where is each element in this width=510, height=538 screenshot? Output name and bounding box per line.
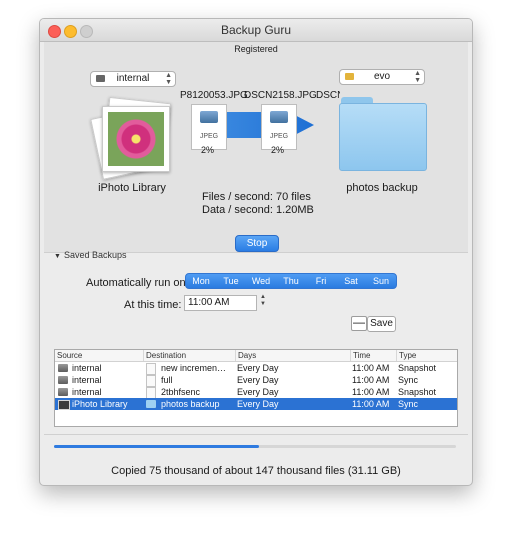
day-mon[interactable]: Mon <box>186 274 216 288</box>
table-row-selected[interactable]: iPhoto Library photos backup Every Day 1… <box>55 398 457 410</box>
row-type: Snapshot <box>398 387 437 397</box>
popup-arrows-icon: ▲ ▼ <box>414 70 421 84</box>
registration-status: Registered <box>234 44 278 54</box>
source-drive-popup[interactable]: internal ▲ ▼ <box>90 71 176 87</box>
row-time: 11:00 AM <box>352 387 390 397</box>
time-stepper[interactable]: ▲ ▼ <box>259 294 267 310</box>
saved-backups-label: Saved Backups <box>63 250 127 260</box>
auto-run-label: Automatically run on: <box>86 277 189 289</box>
column-source[interactable]: Source <box>55 350 82 361</box>
stop-button[interactable]: Stop <box>235 235 279 252</box>
file-type: JPEG <box>199 133 219 140</box>
file-name: P8120053.JPG <box>180 90 248 101</box>
row-time: 11:00 AM <box>352 363 390 373</box>
day-thu[interactable]: Thu <box>276 274 306 288</box>
row-days: Every Day <box>237 363 279 373</box>
column-type[interactable]: Type <box>396 350 416 361</box>
source-drive-label: internal <box>116 73 150 84</box>
progress-fill <box>54 445 260 448</box>
dest-drive-label: evo <box>373 71 391 82</box>
days-segmented-control[interactable]: Mon Tue Wed Thu Fri Sat Sun <box>185 273 397 289</box>
day-sun[interactable]: Sun <box>366 274 396 288</box>
row-time: 11:00 AM <box>352 399 390 409</box>
file-name: DSCN <box>316 90 340 101</box>
save-button[interactable]: Save <box>367 316 396 332</box>
table-header: Source Destination Days Time Type <box>55 350 457 362</box>
day-tue[interactable]: Tue <box>216 274 246 288</box>
day-sat[interactable]: Sat <box>336 274 366 288</box>
row-source: internal <box>72 363 102 373</box>
app-window: Backup Guru Registered internal ▲ ▼ evo ▲… <box>39 18 473 486</box>
jpeg-file-icon: JPEG <box>191 104 227 150</box>
transfer-panel: Registered internal ▲ ▼ evo ▲ ▼ iPhoto Lib… <box>44 42 468 253</box>
iphoto-icon <box>58 400 70 410</box>
jpeg-file-icon: JPEG <box>261 104 297 150</box>
file-type: JPEG <box>269 133 289 140</box>
row-type: Snapshot <box>398 363 437 373</box>
title-bar: Backup Guru <box>40 19 472 42</box>
time-input[interactable]: 11:00 AM <box>184 295 257 311</box>
popup-arrows-icon: ▲ ▼ <box>165 72 172 86</box>
row-type: Sync <box>398 399 419 409</box>
row-destination: photos backup <box>161 399 220 409</box>
divider <box>44 434 468 435</box>
window-title: Backup Guru <box>220 23 292 37</box>
source-label: iPhoto Library <box>98 182 166 194</box>
remove-backup-button[interactable]: — <box>351 316 367 331</box>
day-fri[interactable]: Fri <box>306 274 336 288</box>
row-days: Every Day <box>237 375 279 385</box>
table-row[interactable]: internal 2tbhfsenc Every Day 11:00 AM Sn… <box>55 386 457 399</box>
hard-drive-icon <box>58 364 68 372</box>
status-text: Copied 75 thousand of about 147 thousand… <box>111 465 401 477</box>
column-time[interactable]: Time <box>350 350 370 361</box>
disclosure-triangle-icon: ▼ <box>54 253 61 260</box>
folder-icon[interactable] <box>339 91 427 171</box>
transfer-stats: Files / second: 70 files Data / second: … <box>202 191 314 217</box>
overall-progress-bar <box>54 445 456 448</box>
file-progress: 2% <box>271 145 285 155</box>
folder-icon <box>146 400 156 408</box>
file-name: DSCN2158.JPG <box>244 90 317 101</box>
file-progress: 2% <box>201 145 215 155</box>
iphoto-library-icon[interactable] <box>90 90 172 180</box>
day-wed[interactable]: Wed <box>246 274 276 288</box>
row-source: iPhoto Library <box>72 399 128 409</box>
row-days: Every Day <box>237 387 279 397</box>
row-destination: new incremen… <box>161 363 227 373</box>
row-time: 11:00 AM <box>352 375 390 385</box>
column-days[interactable]: Days <box>235 350 256 361</box>
row-source: internal <box>72 375 102 385</box>
column-destination[interactable]: Destination <box>143 350 186 361</box>
row-type: Sync <box>398 375 419 385</box>
hard-drive-icon <box>58 376 68 384</box>
backups-table: Source Destination Days Time Type intern… <box>54 349 458 427</box>
row-destination: 2tbhfsenc <box>161 387 201 397</box>
files-per-second: Files / second: 70 files <box>202 191 311 203</box>
table-row[interactable]: internal full Every Day 11:00 AM Sync <box>55 374 457 387</box>
row-destination: full <box>161 375 173 385</box>
dest-drive-popup[interactable]: evo ▲ ▼ <box>339 69 425 85</box>
dest-label: photos backup <box>346 182 418 194</box>
saved-backups-disclosure[interactable]: ▼ Saved Backups <box>54 250 126 260</box>
table-row[interactable]: internal new incremen… Every Day 11:00 A… <box>55 362 457 375</box>
hard-drive-icon <box>58 388 68 396</box>
row-days: Every Day <box>237 399 279 409</box>
time-label: At this time: <box>124 299 182 311</box>
row-source: internal <box>72 387 102 397</box>
data-per-second: Data / second: 1.20MB <box>202 204 314 216</box>
